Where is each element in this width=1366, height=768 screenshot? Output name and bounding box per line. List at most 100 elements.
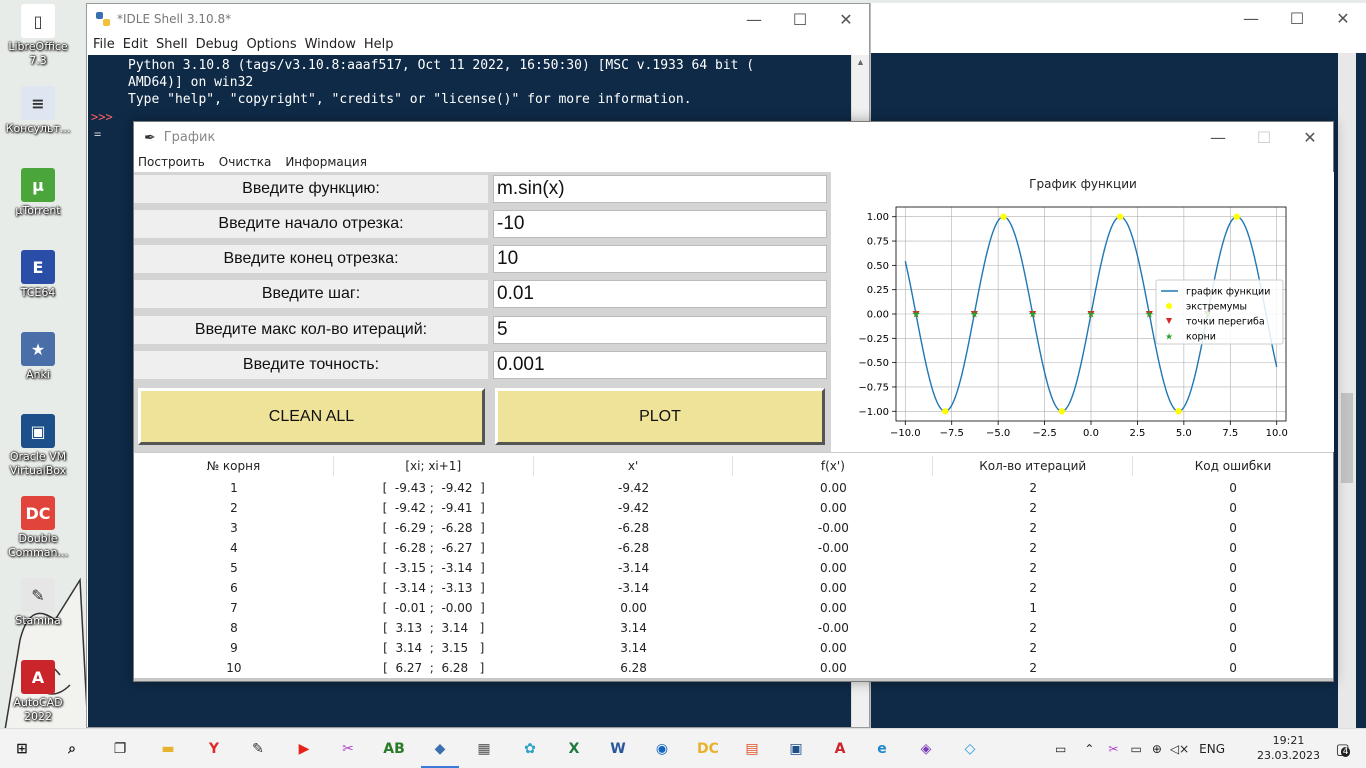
scissors-icon[interactable]: ✂ (334, 735, 362, 763)
table-cell: [ 3.14 ; 3.15 ] (383, 641, 485, 655)
desktop-icon[interactable]: µ µTorrent (2, 168, 74, 218)
vscode-icon[interactable]: ◇ (956, 735, 984, 763)
edge-icon[interactable]: e (868, 735, 896, 763)
youtube-icon[interactable]: ▶ (290, 735, 318, 763)
idle-menu-options[interactable]: Options (246, 37, 296, 52)
header-root-number[interactable]: № корня (134, 455, 334, 476)
python-icon[interactable]: ◆ (426, 735, 454, 763)
table-row[interactable]: 10 [ 6.27 ; 6.28 ] 6.28 0.00 2 0 (134, 658, 1333, 678)
bg-minimize-button[interactable]: — (1228, 3, 1274, 33)
desktop-icon[interactable]: DC Double Comman... (2, 496, 74, 560)
table-row[interactable]: 5 [ -3.15 ; -3.14 ] -3.14 0.00 2 0 (134, 558, 1333, 578)
table-row[interactable]: 8 [ 3.13 ; 3.14 ] 3.14 -0.00 2 0 (134, 618, 1333, 638)
y-tick-label: −0.75 (858, 382, 889, 393)
tray-app-icon[interactable]: ✂ (1108, 742, 1118, 756)
table-cell: 0.00 (620, 601, 647, 615)
extremum-point (1000, 213, 1007, 220)
graph-minimize-button[interactable]: — (1195, 122, 1241, 152)
graph-menu-info[interactable]: Информация (285, 155, 367, 169)
idle-menu-shell[interactable]: Shell (156, 37, 188, 52)
excel-icon[interactable]: X (560, 735, 588, 763)
table-row[interactable]: 3 [ -6.29 ; -6.28 ] -6.28 -0.00 2 0 (134, 518, 1333, 538)
start-input[interactable]: -10 (493, 210, 827, 238)
battery-icon[interactable]: ▭ (1130, 742, 1141, 756)
desktop-icon[interactable]: ★ Anki (2, 332, 74, 382)
idle-menu-edit[interactable]: Edit (123, 37, 148, 52)
header-error-code[interactable]: Код ошибки (1133, 456, 1333, 476)
idle-menu-help[interactable]: Help (364, 37, 394, 52)
graph-close-button[interactable]: ✕ (1287, 122, 1333, 152)
header-x[interactable]: x' (534, 455, 734, 476)
search-icon[interactable]: ⌕ (58, 735, 86, 763)
table-row[interactable]: 4 [ -6.28 ; -6.27 ] -6.28 -0.00 2 0 (134, 538, 1333, 558)
precision-input[interactable]: 0.001 (493, 351, 827, 379)
table-cell: -6.28 (618, 521, 650, 535)
scroll-up-icon[interactable]: ▲ (856, 57, 865, 67)
table-row[interactable]: 7 [ -0.01 ; -0.00 ] 0.00 0.00 1 0 (134, 598, 1333, 618)
yandex-icon[interactable]: Y (200, 735, 228, 763)
desktop-icon[interactable]: ≡ Консульт... (2, 86, 74, 136)
idle-close-button[interactable]: ✕ (823, 4, 869, 34)
header-interval[interactable]: [xi; xi+1] (334, 455, 534, 476)
desktop-icon[interactable]: ▣ Oracle VM VirtualBox (2, 414, 74, 478)
double-commander-icon[interactable]: DC (694, 735, 722, 763)
desktop-icon[interactable]: E TCE64 (2, 250, 74, 300)
volume-icon[interactable]: ◁× (1170, 742, 1189, 756)
bg-close-button[interactable]: ✕ (1320, 3, 1366, 33)
function-input[interactable]: m.sin(x) (493, 175, 827, 203)
step-input[interactable]: 0.01 (493, 280, 827, 308)
display-icon[interactable]: ▭ (1055, 742, 1066, 756)
visual-studio-icon[interactable]: ◈ (912, 735, 940, 763)
desktop-icon[interactable]: ✎ Stamina (2, 578, 74, 628)
abnet-icon[interactable]: AB (380, 735, 408, 763)
app-blue-icon[interactable]: ◉ (648, 735, 676, 763)
end-input[interactable]: 10 (493, 245, 827, 273)
task-view-icon[interactable]: ❐ (106, 735, 134, 763)
bg-scroll-thumb[interactable] (1341, 393, 1353, 483)
graph-menu-clear[interactable]: Очистка (219, 155, 272, 169)
table-cell: 3.14 (620, 641, 647, 655)
chevron-up-icon[interactable]: ⌃ (1084, 742, 1094, 756)
shell-prompt: >>> (91, 110, 113, 124)
table-cell: 6 (230, 581, 238, 595)
header-fx[interactable]: f(x') (733, 455, 934, 476)
network-icon[interactable]: ⊕ (1152, 742, 1162, 756)
table-row[interactable]: 1 [ -9.43 ; -9.42 ] -9.42 0.00 2 0 (134, 478, 1333, 498)
clock[interactable]: 19:21 23.03.2023 (1257, 733, 1320, 763)
table-row[interactable]: 6 [ -3.14 ; -3.13 ] -3.14 0.00 2 0 (134, 578, 1333, 598)
table-cell: [ -3.15 ; -3.14 ] (382, 561, 485, 575)
header-iterations[interactable]: Кол-во итераций (933, 455, 1134, 476)
idle-menu-window[interactable]: Window (305, 37, 356, 52)
stamina-icon[interactable]: ✎ (244, 735, 272, 763)
idle-menu-debug[interactable]: Debug (196, 37, 239, 52)
plot-button[interactable]: PLOT (495, 388, 825, 445)
explorer-icon[interactable]: ▬ (154, 735, 182, 763)
idle-maximize-button[interactable]: ☐ (777, 4, 823, 34)
table-row[interactable]: 9 [ 3.14 ; 3.15 ] 3.14 0.00 2 0 (134, 638, 1333, 658)
word-icon[interactable]: W (604, 735, 632, 763)
slides-icon[interactable]: ▤ (738, 735, 766, 763)
bg-maximize-button[interactable]: ☐ (1274, 3, 1320, 33)
desktop-icon[interactable]: A AutoCAD 2022 (2, 660, 74, 724)
idle-minimize-button[interactable]: — (731, 4, 777, 34)
calculator-icon[interactable]: ▦ (470, 735, 498, 763)
desktop-icon[interactable]: ▯ LibreOffice 7.3 (2, 4, 74, 68)
bg-window-scrollbar[interactable] (1338, 53, 1356, 728)
iterations-input[interactable]: 5 (493, 316, 827, 344)
table-hscrollbar[interactable] (134, 678, 1333, 681)
autocad-icon[interactable]: A (826, 735, 854, 763)
desktop-icon-label: Anki (26, 368, 50, 381)
paint-icon[interactable]: ✿ (516, 735, 544, 763)
clean-all-button[interactable]: CLEAN ALL (138, 388, 485, 445)
idle-menu-file[interactable]: File (93, 37, 115, 52)
start-icon[interactable]: ⊞ (8, 735, 36, 763)
notification-center[interactable]: ▢ 4 (1330, 729, 1356, 768)
table-row[interactable]: 2 [ -9.42 ; -9.41 ] -9.42 0.00 2 0 (134, 498, 1333, 518)
virtualbox-icon[interactable]: ▣ (782, 735, 810, 763)
graph-maximize-button[interactable]: ☐ (1241, 122, 1287, 152)
graph-menu-build[interactable]: Построить (138, 155, 205, 169)
language-indicator[interactable]: ENG (1199, 742, 1225, 756)
table-cell: 4 (230, 541, 238, 555)
table-cell: 7 (230, 601, 238, 615)
input-form: Введите функцию: m.sin(x) Введите начало… (134, 172, 831, 452)
